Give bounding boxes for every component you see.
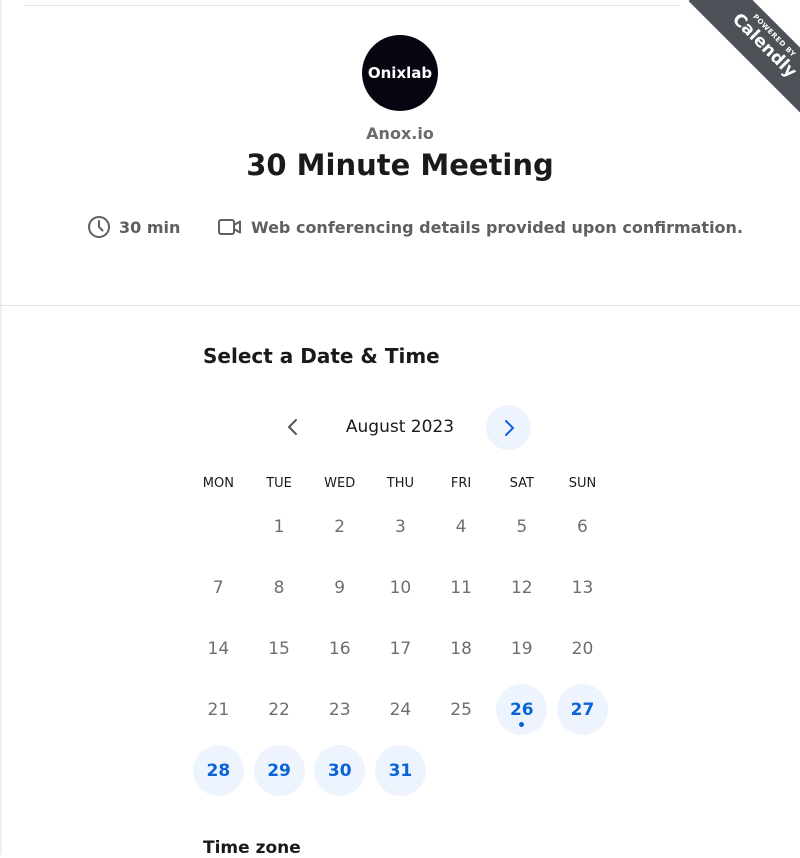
weekday-label: WED	[324, 476, 356, 491]
unavailable-day-18: 18	[431, 618, 492, 679]
next-month-button[interactable]	[486, 405, 531, 450]
unavailable-day-4: 4	[431, 496, 492, 557]
day-number: 3	[394, 516, 406, 537]
day-number: 22	[268, 699, 290, 720]
month-label: August 2023	[345, 417, 455, 437]
day-number: 15	[268, 638, 290, 659]
unavailable-day-16: 16	[309, 618, 370, 679]
unavailable-day-17: 17	[370, 618, 431, 679]
day-number: 11	[450, 577, 472, 598]
duration-detail: 30 min	[87, 215, 180, 239]
unavailable-day-11: 11	[431, 557, 492, 618]
day-number: 17	[389, 638, 412, 659]
event-title: 30 Minute Meeting	[246, 148, 554, 182]
avatar-text: Onixlab	[367, 64, 433, 82]
weekday-label: SUN	[568, 476, 597, 491]
weekday-label: SAT	[509, 476, 534, 491]
available-day-31[interactable]: 31	[370, 740, 431, 801]
timezone-title: Time zone	[203, 838, 301, 858]
unavailable-day-14: 14	[188, 618, 249, 679]
video-camera-icon	[218, 219, 241, 235]
unavailable-day-22: 22	[249, 679, 310, 740]
day-number: 2	[334, 516, 346, 537]
weekday-label: THU	[386, 476, 415, 491]
today-indicator-dot	[519, 722, 525, 727]
unavailable-day-8: 8	[249, 557, 310, 618]
chevron-right-icon	[504, 419, 514, 436]
day-number: 25	[450, 699, 472, 720]
chevron-left-icon	[288, 419, 297, 435]
calendar-grid: 1 2 3 4 5 6 7 8 9 10 11 12 13 14 15 16 17 18 19 20 21 22 23 24 2…	[188, 496, 613, 801]
day-number: 1	[273, 516, 285, 537]
available-day-29[interactable]: 29	[249, 740, 310, 801]
ribbon-band[interactable]: POWERED BY Calendly	[688, 0, 800, 120]
unavailable-day-21: 21	[188, 679, 249, 740]
day-number: 6	[577, 516, 588, 537]
day-number[interactable]: 26	[496, 684, 548, 735]
previous-month-button[interactable]	[276, 410, 310, 444]
unavailable-day-25: 25	[431, 679, 492, 740]
unavailable-day-23: 23	[309, 679, 370, 740]
day-number[interactable]: 31	[374, 745, 426, 796]
day-number: 21	[207, 699, 230, 720]
event-details: 30 min Web conferencing details provided…	[0, 215, 800, 241]
organizer-avatar: Onixlab	[362, 35, 438, 111]
unavailable-day-12: 12	[491, 557, 552, 618]
organization-name: Anox.io	[366, 124, 434, 143]
unavailable-day-10: 10	[370, 557, 431, 618]
weekday-label: FRI	[450, 476, 472, 491]
day-number[interactable]: 28	[192, 745, 244, 796]
day-number[interactable]: 27	[556, 684, 608, 735]
unavailable-day-2: 2	[309, 496, 370, 557]
day-number: 24	[389, 699, 412, 720]
location-detail: Web conferencing details provided upon c…	[217, 215, 743, 239]
day-number: 14	[207, 638, 230, 659]
day-number: 7	[212, 577, 224, 598]
weekday-label: TUE	[266, 476, 292, 491]
day-number: 13	[571, 577, 594, 598]
section-divider	[0, 305, 800, 306]
empty-day-cell	[188, 496, 249, 557]
day-number: 20	[571, 638, 594, 659]
day-number: 23	[328, 699, 351, 720]
powered-by-ribbon[interactable]: POWERED BY Calendly	[680, 0, 800, 120]
weekday-header: MON TUE WED THU FRI SAT SUN	[188, 476, 613, 491]
day-number: 10	[389, 577, 412, 598]
weekday-label: MON	[202, 476, 234, 491]
day-number: 4	[455, 516, 467, 537]
available-day-26[interactable]: 26	[491, 679, 552, 740]
ribbon-brand-text: Calendly	[728, 9, 800, 82]
unavailable-day-6: 6	[552, 496, 613, 557]
clock-icon	[88, 216, 110, 238]
available-day-27[interactable]: 27	[552, 679, 613, 740]
day-number[interactable]: 30	[314, 745, 366, 796]
location-note: Web conferencing details provided upon c…	[251, 217, 744, 237]
available-day-28[interactable]: 28	[188, 740, 249, 801]
unavailable-day-24: 24	[370, 679, 431, 740]
day-number: 9	[334, 577, 346, 598]
unavailable-day-3: 3	[370, 496, 431, 557]
unavailable-day-5: 5	[491, 496, 552, 557]
day-number: 5	[516, 516, 528, 537]
unavailable-day-15: 15	[249, 618, 310, 679]
available-day-30[interactable]: 30	[309, 740, 370, 801]
day-number[interactable]: 29	[253, 745, 305, 796]
day-number: 8	[273, 577, 285, 598]
unavailable-day-19: 19	[491, 618, 552, 679]
section-title: Select a Date & Time	[203, 344, 440, 368]
duration-label: 30 min	[119, 217, 181, 237]
unavailable-day-20: 20	[552, 618, 613, 679]
unavailable-day-1: 1	[249, 496, 310, 557]
day-number: 12	[510, 577, 533, 598]
unavailable-day-9: 9	[309, 557, 370, 618]
day-number: 18	[450, 638, 472, 659]
day-number: 16	[328, 638, 351, 659]
unavailable-day-13: 13	[552, 557, 613, 618]
day-number: 19	[510, 638, 533, 659]
unavailable-day-7: 7	[188, 557, 249, 618]
